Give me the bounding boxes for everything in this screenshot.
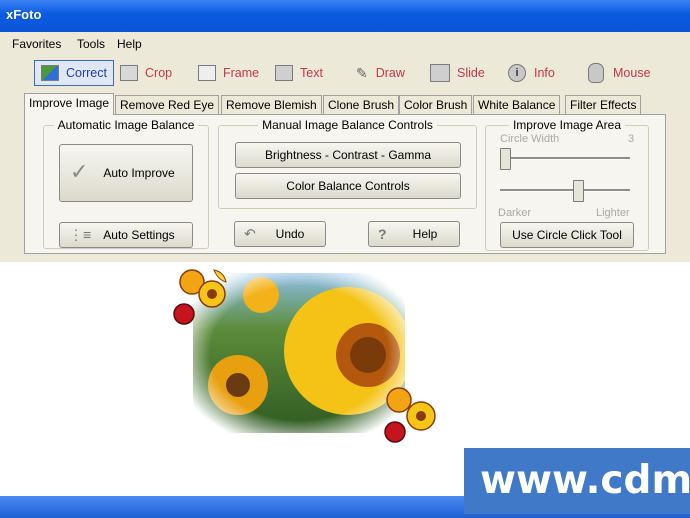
circle-width-slider-track[interactable]	[500, 157, 630, 160]
auto-improve-button[interactable]: ✓ Auto Improve	[59, 144, 193, 202]
menu-favorites[interactable]: Favorites	[12, 37, 61, 51]
manual-balance-group: Manual Image Balance Controls Brightness…	[218, 118, 477, 209]
mouse-tool-label: Mouse	[613, 66, 651, 80]
main-panel: Correct Crop Frame Text ✎ Draw Slide i I…	[0, 54, 690, 262]
slide-tool-button[interactable]: Slide	[430, 62, 485, 84]
brightness-contrast-gamma-button[interactable]: Brightness - Contrast - Gamma	[235, 142, 461, 168]
mouse-icon	[588, 63, 604, 83]
checkmark-icon: ✓	[70, 159, 89, 184]
correct-icon	[41, 65, 59, 81]
tab-clone-brush[interactable]: Clone Brush	[323, 95, 400, 114]
crop-icon	[120, 65, 138, 81]
slide-tool-label: Slide	[457, 66, 485, 80]
tab-remove-red-eye[interactable]: Remove Red Eye	[115, 95, 220, 114]
help-button[interactable]: ? Help	[368, 221, 460, 247]
lighter-label: Lighter	[596, 207, 630, 219]
mode-toolbar: Correct Crop Frame Text ✎ Draw Slide i I…	[10, 58, 680, 88]
title-bar: xFoto	[0, 0, 690, 32]
info-icon: i	[508, 64, 526, 82]
flower-ornament-top-left	[173, 269, 227, 325]
darker-label: Darker	[498, 207, 532, 219]
crop-tool-button[interactable]: Crop	[120, 62, 172, 84]
improve-area-legend: Improve Image Area	[508, 118, 626, 132]
info-tool-label: Info	[534, 66, 555, 80]
tab-color-brush[interactable]: Color Brush	[399, 95, 473, 114]
text-tool-button[interactable]: Text	[275, 62, 323, 84]
brightness-slider-thumb[interactable]	[572, 180, 584, 202]
tab-white-balance[interactable]: White Balance	[473, 95, 561, 114]
menu-bar: Favorites Tools Help	[0, 32, 690, 55]
auto-improve-label: Auto Improve	[103, 166, 175, 180]
watermark: www.cdma	[464, 448, 690, 514]
window-title: xFoto	[6, 7, 42, 22]
tab-improve-image[interactable]: Improve Image	[24, 93, 115, 115]
text-tool-label: Text	[300, 66, 323, 80]
frame-icon	[198, 65, 216, 81]
auto-settings-label: Auto Settings	[103, 228, 175, 242]
undo-button[interactable]: ↶ Undo	[234, 221, 326, 247]
manual-balance-legend: Manual Image Balance Controls	[258, 118, 437, 132]
tab-remove-blemish[interactable]: Remove Blemish	[221, 95, 322, 114]
menu-help[interactable]: Help	[117, 37, 142, 51]
help-label: Help	[412, 227, 438, 241]
circle-width-value: 3	[628, 133, 635, 145]
list-icon: ⋮≡	[69, 226, 92, 243]
improve-area-group: Improve Image Area Circle Width 3 Darker…	[485, 118, 649, 251]
correct-tool-label: Correct	[66, 66, 107, 80]
mouse-tool-button[interactable]: Mouse	[588, 62, 651, 84]
menu-tools[interactable]: Tools	[77, 37, 105, 51]
info-tool-button[interactable]: i Info	[508, 62, 555, 84]
automatic-balance-legend: Automatic Image Balance	[53, 118, 199, 132]
color-balance-controls-button[interactable]: Color Balance Controls	[235, 173, 461, 199]
brightness-slider-track[interactable]	[500, 189, 630, 192]
circle-width-label: Circle Width	[500, 133, 560, 145]
help-icon: ?	[378, 226, 387, 242]
use-circle-click-tool-button[interactable]: Use Circle Click Tool	[500, 222, 634, 248]
tab-strip: Improve Image Remove Red Eye Remove Blem…	[24, 93, 664, 115]
flower-ornament-bottom-right	[384, 387, 436, 443]
undo-icon: ↶	[244, 225, 256, 242]
automatic-balance-group: Automatic Image Balance ✓ Auto Improve ⋮…	[43, 118, 209, 249]
tab-filter-effects[interactable]: Filter Effects	[565, 95, 642, 114]
improve-image-page: Automatic Image Balance ✓ Auto Improve ⋮…	[24, 114, 666, 254]
undo-label: Undo	[275, 227, 305, 241]
draw-tool-label: Draw	[375, 66, 405, 80]
pencil-icon: ✎	[356, 64, 368, 81]
text-icon	[275, 65, 293, 81]
crop-tool-label: Crop	[145, 66, 173, 80]
correct-tool-button[interactable]: Correct	[34, 60, 114, 86]
slide-icon	[430, 64, 450, 82]
auto-settings-button[interactable]: ⋮≡ Auto Settings	[59, 222, 193, 248]
frame-tool-label: Frame	[223, 66, 260, 80]
draw-tool-button[interactable]: ✎ Draw	[356, 62, 405, 84]
frame-tool-button[interactable]: Frame	[198, 62, 259, 84]
circle-width-slider-thumb[interactable]	[500, 148, 511, 170]
